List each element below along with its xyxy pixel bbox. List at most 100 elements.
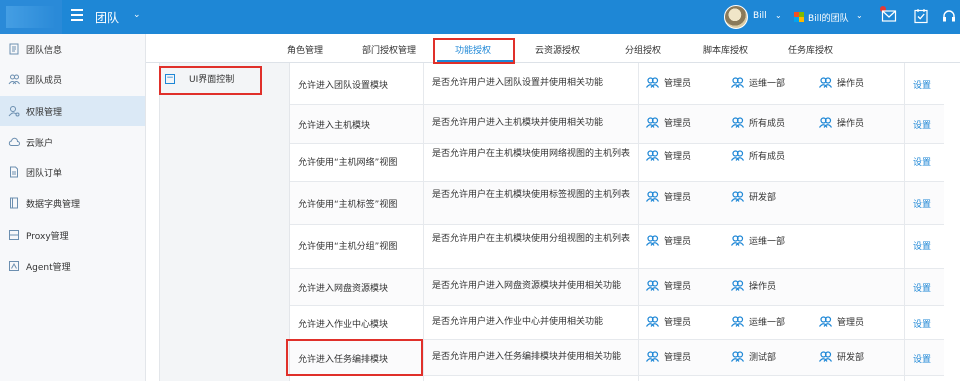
sidebar-item-team-orders[interactable]: 团队订单 (0, 157, 145, 187)
permission-desc: 是否允许用户在主机模块使用标签视图的主机列表 (432, 190, 631, 200)
team-switch[interactable]: Bill的团队 (808, 11, 849, 24)
permission-desc: 是否允许用户在主机模块使用分组视图的主机列表 (432, 234, 631, 244)
settings-link[interactable]: 设置 (913, 317, 931, 330)
sidebar-item-label: 团队订单 (26, 168, 63, 179)
group-icon (819, 316, 832, 327)
tab-role-management[interactable]: 角色管理 (287, 43, 323, 56)
tree-node-ui-control[interactable]: − UI界面控制 (165, 72, 234, 85)
permission-desc: 是否允许用户进入网盘资源模块并使用相关功能 (432, 281, 622, 291)
member-tag: 所有成员 (731, 116, 785, 129)
member-name: 运维一部 (749, 237, 786, 247)
permission-name: 允许进入作业中心模块 (298, 320, 389, 330)
member-tag: 管理员 (646, 234, 691, 247)
member-name: 管理员 (837, 318, 865, 328)
member-tag: 研发部 (819, 350, 864, 363)
tab-task-library-auth[interactable]: 任务库授权 (788, 43, 833, 56)
task-check-icon[interactable] (913, 8, 929, 24)
group-icon (646, 280, 659, 291)
permission-name: 允许进入任务编排模块 (298, 355, 389, 365)
tab-script-library-auth[interactable]: 脚本库授权 (703, 43, 748, 56)
settings-link[interactable]: 设置 (913, 155, 931, 168)
users-icon (8, 74, 20, 85)
member-name: 所有成员 (749, 119, 786, 129)
member-tag: 管理员 (646, 315, 691, 328)
settings-link[interactable]: 设置 (913, 78, 931, 91)
member-tag: 操作员 (731, 279, 776, 292)
group-icon (646, 150, 659, 161)
group-icon (646, 77, 659, 88)
group-icon (731, 316, 744, 327)
table-row: 允许使用“主机分组”视图 是否允许用户在主机模块使用分组视图的主机列表 管理员 … (290, 225, 944, 269)
sidebar-item-permissions[interactable]: 权限管理 (0, 96, 145, 126)
proxy-icon (9, 230, 19, 240)
member-tag: 所有成员 (731, 149, 785, 162)
member-tag: 研发部 (731, 190, 776, 203)
team-chevron-down-icon[interactable]: ⌄ (856, 11, 863, 20)
hamburger-menu-icon[interactable] (71, 9, 83, 21)
group-icon (819, 77, 832, 88)
member-tag: 操作员 (819, 76, 864, 89)
sidebar-item-team-members[interactable]: 团队成员 (0, 64, 145, 94)
member-name: 操作员 (837, 119, 865, 129)
settings-link[interactable]: 设置 (913, 239, 931, 252)
member-tag: 管理员 (646, 350, 691, 363)
sidebar-item-data-dictionary[interactable]: 数据字典管理 (0, 188, 145, 218)
sidebar-item-team-info[interactable]: 团队信息 (0, 34, 145, 64)
group-icon (646, 351, 659, 362)
sidebar-item-agent[interactable]: Agent管理 (0, 251, 145, 281)
table-row: 允许进入任务编排模块 是否允许用户进入任务编排模块并使用相关功能 管理员 测试部… (290, 340, 944, 376)
agent-icon (9, 261, 19, 271)
sidebar-item-label: Agent管理 (26, 262, 71, 273)
member-name: 研发部 (749, 193, 777, 203)
user-name[interactable]: Bill (753, 11, 767, 21)
member-tag: 运维一部 (731, 234, 785, 247)
sidebar-item-label: 团队信息 (26, 45, 63, 56)
sidebar-item-cloud-account[interactable]: 云账户 (0, 127, 145, 157)
permission-desc: 是否允许用户在主机模块使用网络视图的主机列表 (432, 149, 631, 159)
collapse-icon[interactable]: − (165, 73, 175, 84)
group-icon (646, 235, 659, 246)
permission-name: 允许进入主机模块 (298, 121, 371, 131)
group-icon (646, 117, 659, 128)
tab-department-auth[interactable]: 部门授权管理 (362, 43, 416, 56)
member-name: 管理员 (664, 152, 692, 162)
table-row: 允许进入作业中心模块 是否允许用户进入作业中心并使用相关功能 管理员 运维一部 … (290, 306, 944, 340)
settings-link[interactable]: 设置 (913, 118, 931, 131)
tab-cloud-resource-auth[interactable]: 云资源授权 (535, 43, 580, 56)
member-name: 操作员 (749, 282, 777, 292)
member-name: 管理员 (664, 119, 692, 129)
member-tag: 管理员 (646, 76, 691, 89)
permission-desc: 是否允许用户进入任务编排模块并使用相关功能 (432, 352, 622, 362)
group-icon (819, 351, 832, 362)
tab-function-auth[interactable]: 功能授权 (455, 43, 491, 56)
id-card-icon (9, 43, 19, 55)
permission-name: 允许进入团队设置模块 (298, 81, 389, 91)
sidebar-item-label: 云账户 (26, 138, 54, 149)
chevron-down-icon[interactable]: ⌄ (133, 10, 141, 20)
settings-link[interactable]: 设置 (913, 197, 931, 210)
avatar[interactable] (724, 5, 748, 29)
mail-icon[interactable] (881, 8, 897, 24)
member-name: 管理员 (664, 193, 692, 203)
tree-panel (159, 63, 290, 381)
book-icon (10, 197, 18, 209)
permission-desc: 是否允许用户进入作业中心并使用相关功能 (432, 317, 604, 327)
headset-icon[interactable] (941, 8, 957, 24)
module-title[interactable]: 团队 (95, 9, 119, 26)
permission-desc: 是否允许用户进入主机模块并使用相关功能 (432, 118, 604, 128)
member-tag: 管理员 (646, 190, 691, 203)
sidebar-item-proxy[interactable]: Proxy管理 (0, 220, 145, 250)
settings-link[interactable]: 设置 (913, 352, 931, 365)
group-icon (731, 191, 744, 202)
tab-group-auth[interactable]: 分组授权 (625, 43, 661, 56)
sidebar-item-label: 数据字典管理 (26, 199, 81, 210)
permission-name: 允许进入网盘资源模块 (298, 284, 389, 294)
user-chevron-down-icon[interactable]: ⌄ (775, 11, 782, 20)
settings-link[interactable]: 设置 (913, 281, 931, 294)
group-icon (731, 280, 744, 291)
group-icon (731, 150, 744, 161)
permission-name: 允许使用“主机网络”视图 (298, 158, 398, 168)
sidebar-item-label: Proxy管理 (26, 231, 69, 242)
column-divider (638, 63, 639, 381)
member-name: 管理员 (664, 318, 692, 328)
